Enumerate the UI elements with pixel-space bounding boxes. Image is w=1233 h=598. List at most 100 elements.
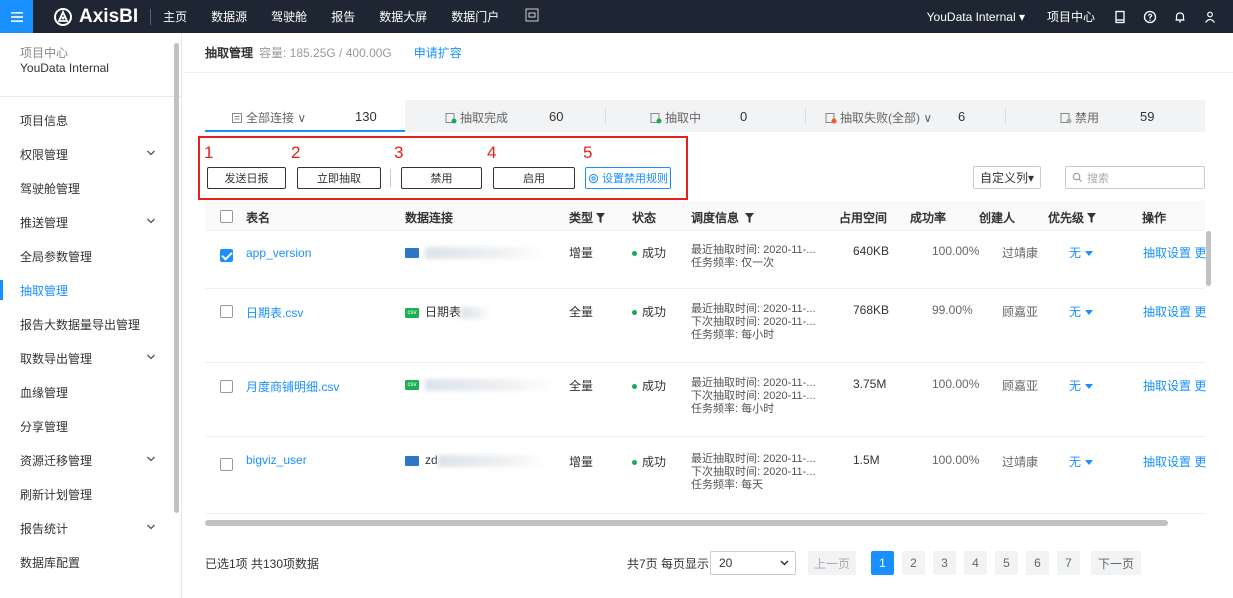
table-row[interactable]: app_version 增量 成功 最近抽取时间: 2020-11-... 任务… (205, 231, 1206, 289)
connection-cell: csv (405, 377, 555, 391)
enable-button[interactable]: 启用 (493, 167, 575, 189)
extract-settings-link[interactable]: 抽取设置 更 (1143, 244, 1206, 261)
nav-datasource[interactable]: 数据源 (211, 8, 247, 25)
sidebar-item[interactable]: 刷新计划管理 (0, 477, 172, 511)
nav-report[interactable]: 报告 (331, 8, 355, 25)
chevron-down-icon (780, 560, 789, 566)
extract-now-button[interactable]: 立即抽取 (297, 167, 381, 189)
nav-home[interactable]: 主页 (163, 8, 187, 25)
sidebar-item[interactable]: 资源迁移管理 (0, 443, 172, 477)
tab-extract-failed[interactable]: 抽取失败(全部) ∨ 6 (805, 100, 1005, 132)
row-checkbox[interactable] (220, 458, 233, 471)
page-size-select[interactable]: 20 (710, 551, 796, 575)
row-checkbox[interactable] (220, 249, 233, 262)
sidebar-item[interactable]: 血缘管理 (0, 375, 172, 409)
nav-cockpit[interactable]: 驾驶舱 (271, 8, 307, 25)
disable-button[interactable]: 禁用 (401, 167, 482, 189)
priority-dropdown[interactable]: 无 (1069, 244, 1094, 261)
sidebar-item-label: 数据库配置 (20, 555, 81, 570)
table-horizontal-scrollbar[interactable] (205, 520, 1168, 526)
tab-extracting[interactable]: 抽取中 0 (605, 100, 805, 132)
page-button-6[interactable]: 6 (1026, 551, 1049, 575)
extract-settings-link[interactable]: 抽取设置 更 (1143, 453, 1206, 470)
next-page-button[interactable]: 下一页 (1091, 551, 1141, 575)
disable-rules-button[interactable]: 设置禁用规则 (585, 167, 671, 189)
table-row[interactable]: 月度商铺明细.csv csv 全量 成功 最近抽取时间: 2020-11-...… (205, 364, 1206, 437)
sidebar-item[interactable]: 项目信息 (0, 103, 172, 137)
sidebar-item[interactable]: 分享管理 (0, 409, 172, 443)
sidebar-scroll-thumb[interactable] (174, 43, 179, 513)
nav-bigscreen[interactable]: 数据大屏 (379, 8, 427, 25)
tab-label: 抽取完成 (460, 111, 509, 125)
screen-icon[interactable] (525, 8, 539, 22)
page-button-2[interactable]: 2 (902, 551, 925, 575)
filter-icon[interactable] (745, 212, 755, 223)
sidebar-item[interactable]: 推送管理 (0, 205, 172, 239)
bell-icon[interactable] (1173, 10, 1187, 24)
custom-columns-dropdown[interactable]: 自定义列▾ (973, 166, 1041, 189)
schedule-cell: 最近抽取时间: 2020-11-... 下次抽取时间: 2020-11-... … (691, 453, 816, 492)
extract-settings-link[interactable]: 抽取设置 更 (1143, 377, 1206, 394)
user-icon[interactable] (1203, 10, 1217, 24)
page-number: 7 (1065, 556, 1072, 570)
toolbar-divider (390, 169, 391, 187)
sidebar-subtitle: 项目中心 (20, 46, 69, 60)
table-row[interactable]: bigviz_user zd 增量 成功 最近抽取时间: 2020-11-...… (205, 438, 1206, 514)
help-icon[interactable] (1143, 10, 1157, 24)
caret-down-icon (1085, 251, 1094, 257)
project-center-link[interactable]: 项目中心 (1047, 8, 1095, 25)
search-icon (1072, 172, 1083, 183)
sidebar-item[interactable]: 取数导出管理 (0, 341, 172, 375)
tab-extract-done[interactable]: 抽取完成 60 (405, 100, 605, 132)
sidebar-scrollbar[interactable] (171, 33, 181, 598)
sidebar-item[interactable]: 权限管理 (0, 137, 172, 171)
row-checkbox[interactable] (220, 380, 233, 393)
page-button-1[interactable]: 1 (871, 551, 894, 575)
table-name-link[interactable]: 月度商铺明细.csv (246, 378, 339, 395)
tab-all-connections[interactable]: 全部连接 ∨ 130 (205, 100, 405, 132)
button-label: 禁用 (430, 173, 453, 185)
org-select[interactable]: YouData Internal ▾ (927, 10, 1025, 24)
select-all-checkbox[interactable] (220, 210, 233, 223)
nav-portal[interactable]: 数据门户 (451, 8, 499, 25)
tab-label: 抽取失败(全部) ∨ (840, 111, 933, 125)
priority-dropdown[interactable]: 无 (1069, 453, 1094, 470)
menu-icon[interactable] (0, 0, 33, 33)
filter-icon[interactable] (596, 212, 606, 223)
search-input[interactable]: 搜索 (1065, 166, 1205, 189)
tab-count: 59 (1140, 109, 1155, 124)
app-logo[interactable]: AxisBI (53, 6, 138, 28)
apply-expand-link[interactable]: 申请扩容 (414, 44, 462, 61)
priority-dropdown[interactable]: 无 (1069, 377, 1094, 394)
extract-settings-link[interactable]: 抽取设置 更 (1143, 303, 1206, 320)
table-name-link[interactable]: 日期表.csv (246, 304, 303, 321)
sidebar-item[interactable]: 全局参数管理 (0, 239, 172, 273)
page-button-5[interactable]: 5 (995, 551, 1018, 575)
sidebar-item[interactable]: 数据库配置 (0, 545, 172, 579)
tab-disabled[interactable]: 禁用 59 (1005, 100, 1205, 132)
priority-dropdown[interactable]: 无 (1069, 303, 1094, 320)
sidebar-item[interactable]: 抽取管理 (0, 273, 172, 307)
col-status: 状态 (632, 211, 657, 225)
prev-page-button[interactable]: 上一页 (808, 551, 856, 575)
sidebar-item-label: 资源迁移管理 (20, 453, 93, 468)
col-type[interactable]: 类型 (569, 209, 606, 226)
table-row[interactable]: 日期表.csv csv 日期表 全量 成功 最近抽取时间: 2020-11-...… (205, 290, 1206, 363)
sidebar-item[interactable]: 驾驶舱管理 (0, 171, 172, 205)
send-daily-report-button[interactable]: 发送日报 (207, 167, 286, 189)
sidebar-item-label: 全局参数管理 (20, 249, 93, 264)
filter-icon[interactable] (1087, 212, 1097, 223)
sidebar-item[interactable]: 报告大数据量导出管理 (0, 307, 172, 341)
table-name-link[interactable]: bigviz_user (246, 453, 307, 467)
row-checkbox[interactable] (220, 305, 233, 318)
page-button-7[interactable]: 7 (1057, 551, 1080, 575)
page-button-4[interactable]: 4 (964, 551, 987, 575)
page-button-3[interactable]: 3 (933, 551, 956, 575)
table-vertical-scrollbar[interactable] (1206, 231, 1211, 286)
database-icon (405, 247, 419, 258)
bookmark-icon[interactable] (1113, 10, 1127, 24)
table-name-link[interactable]: app_version (246, 246, 311, 260)
col-priority[interactable]: 优先级 (1048, 209, 1097, 226)
sidebar-item[interactable]: 报告统计 (0, 511, 172, 545)
col-schedule[interactable]: 调度信息 (691, 209, 755, 226)
